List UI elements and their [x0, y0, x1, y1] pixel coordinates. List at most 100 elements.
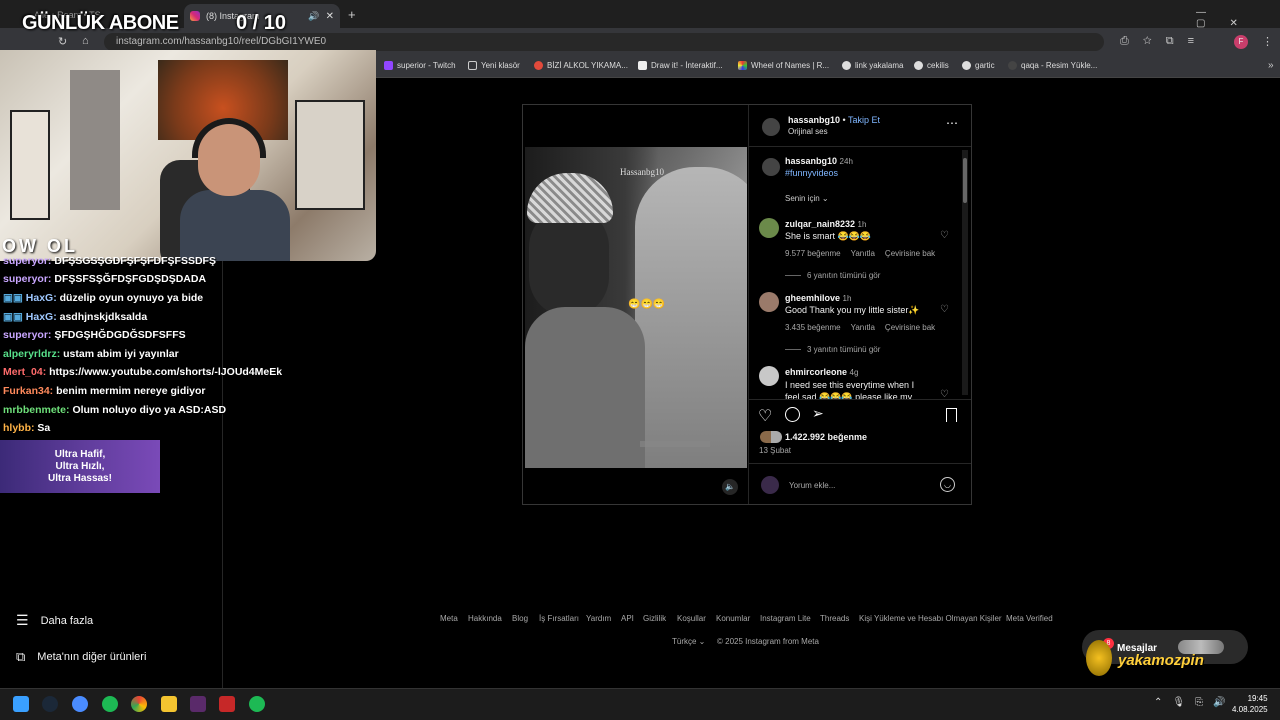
- new-tab-button[interactable]: +: [348, 7, 356, 22]
- comment-3-user[interactable]: ehmircorleone: [785, 367, 847, 377]
- comment-avatar-1[interactable]: [759, 218, 779, 238]
- comment-icon[interactable]: [785, 407, 800, 422]
- footer-link-locations[interactable]: Konumlar: [716, 614, 750, 623]
- caption-avatar[interactable]: [762, 158, 780, 176]
- caption-username[interactable]: hassanbg10: [785, 156, 837, 166]
- chat-text: düzelip oyun oynuyo ya bide: [59, 292, 204, 304]
- like-count[interactable]: 1.422.992 beğenme: [785, 432, 867, 442]
- more-options-icon[interactable]: ⋯: [946, 116, 958, 130]
- footer-link-threads[interactable]: Threads: [820, 614, 849, 623]
- bookmark-cekilis[interactable]: cekilis: [914, 61, 949, 70]
- comment-2-likes[interactable]: 3.435 beğenme: [785, 323, 841, 332]
- bookmark-folder[interactable]: Yeni klasör: [468, 61, 520, 70]
- reload-icon[interactable]: ↻: [58, 35, 67, 48]
- clock-date: 4.08.2025: [1232, 705, 1268, 714]
- clock[interactable]: 19:45 4.08.2025: [1232, 693, 1268, 715]
- home-icon[interactable]: ⌂: [82, 35, 89, 47]
- reel-video[interactable]: Hassanbg10 😁😁😁: [525, 147, 747, 468]
- app-icon[interactable]: [72, 696, 88, 712]
- extensions-icons[interactable]: ⎙☆⧉≡: [1120, 35, 1208, 48]
- chat-text: Olum noluyo diyo ya ASD:ASD: [72, 404, 227, 416]
- chat-user: superyor:: [3, 255, 52, 267]
- mute-button[interactable]: 🔈: [722, 479, 738, 495]
- bookmark-drawit[interactable]: Draw it! - İnteraktif...: [638, 61, 723, 70]
- tray-icons[interactable]: ⌃🎙⎘🔊: [1154, 697, 1236, 708]
- caption-hashtag[interactable]: #funnyvideos: [785, 168, 838, 178]
- footer-link-contacts[interactable]: Kişi Yükleme ve Hesabı Olmayan Kişiler: [859, 614, 1002, 623]
- bookmark-gartic[interactable]: gartic: [962, 61, 995, 70]
- footer-link-verified[interactable]: Meta Verified: [1006, 614, 1053, 623]
- apps-icon: ⧉: [16, 649, 26, 664]
- bookmark-wheel[interactable]: Wheel of Names | R...: [738, 61, 829, 70]
- menu-icon[interactable]: ⋮: [1262, 35, 1273, 48]
- bookmark-link[interactable]: link yakalama: [842, 61, 903, 70]
- comment-1-translate[interactable]: Çevirisine bak: [885, 249, 935, 258]
- footer-link-about[interactable]: Hakkında: [468, 614, 502, 623]
- like-icon[interactable]: ♡: [758, 406, 772, 426]
- profile-avatar[interactable]: F: [1234, 35, 1248, 49]
- address-bar[interactable]: instagram.com/hassanbg10/reel/DGbGI1YWE0: [104, 33, 1104, 51]
- scrollbar-thumb[interactable]: [963, 158, 967, 203]
- spotify-icon[interactable]: [102, 696, 118, 712]
- left-menu-meta[interactable]: ⧉ Meta'nın diğer ürünleri: [16, 649, 146, 665]
- share-icon[interactable]: ➢: [812, 405, 824, 422]
- window-controls[interactable]: —▢✕: [1196, 7, 1280, 29]
- hamburger-icon: ☰: [16, 612, 29, 628]
- chat-message: Furkan34: benim mermim nereye gidiyor: [3, 385, 206, 397]
- chat-user: mrbbenmete:: [3, 404, 70, 416]
- app-icon[interactable]: [190, 696, 206, 712]
- bookmarks-more-icon[interactable]: »: [1268, 60, 1274, 71]
- author-username[interactable]: hassanbg10: [788, 115, 840, 125]
- comment-1-likes[interactable]: 9.577 beğenme: [785, 249, 841, 258]
- emoji-icon[interactable]: ◡: [940, 477, 955, 492]
- chrome-icon[interactable]: [131, 696, 147, 712]
- copyright: © 2025 Instagram from Meta: [717, 637, 819, 646]
- comment-1-reply[interactable]: Yanıtla: [851, 249, 875, 258]
- close-tab-icon[interactable]: ✕: [326, 11, 334, 22]
- footer-link-jobs[interactable]: İş Fırsatları: [539, 614, 579, 623]
- chat-text: Sa: [37, 422, 51, 434]
- author-avatar[interactable]: [762, 118, 780, 136]
- windows-start-icon[interactable]: [13, 696, 29, 712]
- globe-icon: [842, 61, 851, 70]
- for-you-dropdown[interactable]: Senin için ⌄: [785, 194, 829, 203]
- comment-2-like-icon[interactable]: ♡: [940, 305, 950, 315]
- bookmark-twitch[interactable]: superior - Twitch: [384, 61, 456, 70]
- comment-input[interactable]: Yorum ekle...: [789, 481, 835, 490]
- footer-link-meta[interactable]: Meta: [440, 614, 458, 623]
- actions-divider: [748, 399, 971, 400]
- footer-link-terms[interactable]: Koşullar: [677, 614, 706, 623]
- left-menu-more[interactable]: ☰ Daha fazla: [16, 612, 93, 629]
- bookmark-qaqa[interactable]: qaqa - Resim Yükle...: [1008, 61, 1097, 70]
- comment-2-user[interactable]: gheemhilove: [785, 293, 840, 303]
- yakamoz-logo-icon: [1086, 640, 1112, 676]
- comment-avatar-2[interactable]: [759, 292, 779, 312]
- chat-message: ▣▣ HaxG: asdhjnskjdksalda: [3, 311, 147, 323]
- liker-avatars: [760, 431, 782, 443]
- comment-3-text: I need see this everytime when I feel sa…: [785, 380, 915, 399]
- comment-2-translate[interactable]: Çevirisine bak: [885, 323, 935, 332]
- comment-2-view-replies[interactable]: 3 yanıtın tümünü gör: [785, 345, 880, 354]
- footer-link-privacy[interactable]: Gizlilik: [643, 614, 666, 623]
- image-icon: [1008, 61, 1017, 70]
- footer-link-lite[interactable]: Instagram Lite: [760, 614, 811, 623]
- audio-label[interactable]: Orijinal ses: [788, 127, 828, 136]
- footer-link-api[interactable]: API: [621, 614, 634, 623]
- follow-button[interactable]: Takip Et: [848, 115, 880, 125]
- language-select[interactable]: Türkçe ⌄: [672, 637, 705, 646]
- speaker-icon[interactable]: 🔊: [308, 11, 319, 22]
- comment-2-reply[interactable]: Yanıtla: [851, 323, 875, 332]
- footer-link-blog[interactable]: Blog: [512, 614, 528, 623]
- comment-1-text: She is smart 😂😂😂: [785, 231, 872, 241]
- footer-link-help[interactable]: Yardım: [586, 614, 611, 623]
- comment-1-view-replies[interactable]: 6 yanıtın tümünü gör: [785, 271, 880, 280]
- save-icon[interactable]: [946, 408, 957, 422]
- comment-1-like-icon[interactable]: ♡: [940, 231, 950, 241]
- file-explorer-icon[interactable]: [161, 696, 177, 712]
- comment-avatar-3[interactable]: [759, 366, 779, 386]
- spotify-icon[interactable]: [249, 696, 265, 712]
- app-icon[interactable]: [219, 696, 235, 712]
- comment-1-user[interactable]: zulqar_nain8232: [785, 219, 855, 229]
- steam-icon[interactable]: [42, 696, 58, 712]
- bookmark-alkol[interactable]: BİZİ ALKOL YIKAMA...: [534, 61, 628, 70]
